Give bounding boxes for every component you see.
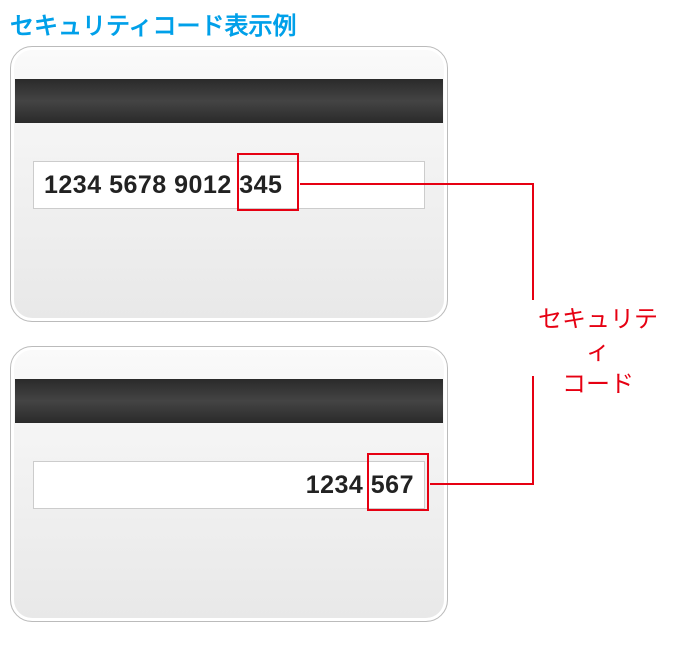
number-group: 9012 — [174, 171, 232, 199]
magnetic-stripe — [15, 379, 443, 423]
magnetic-stripe — [15, 79, 443, 123]
cards-area: 1234 5678 9012 345 1234 567 — [10, 46, 448, 646]
number-group: 1234 — [44, 171, 102, 199]
panel-numbers: 1234 567 — [306, 471, 414, 500]
credit-card-back-example-1: 1234 5678 9012 345 — [10, 46, 448, 322]
credit-card-back-example-2: 1234 567 — [10, 346, 448, 622]
signature-panel: 1234 5678 9012 345 — [33, 161, 425, 209]
number-group: 5678 — [109, 171, 167, 199]
number-group: 1234 — [306, 471, 364, 499]
page-title: セキュリティコード表示例 — [0, 0, 681, 41]
security-code-group: 345 — [239, 171, 282, 199]
callout-line: コード — [562, 371, 634, 398]
signature-panel: 1234 567 — [33, 461, 425, 509]
callout-line: セキュリティ — [538, 306, 658, 365]
security-code-callout-label: セキュリティ コード — [528, 304, 668, 401]
panel-numbers: 1234 5678 9012 345 — [44, 171, 282, 200]
security-code-group: 567 — [371, 471, 414, 499]
